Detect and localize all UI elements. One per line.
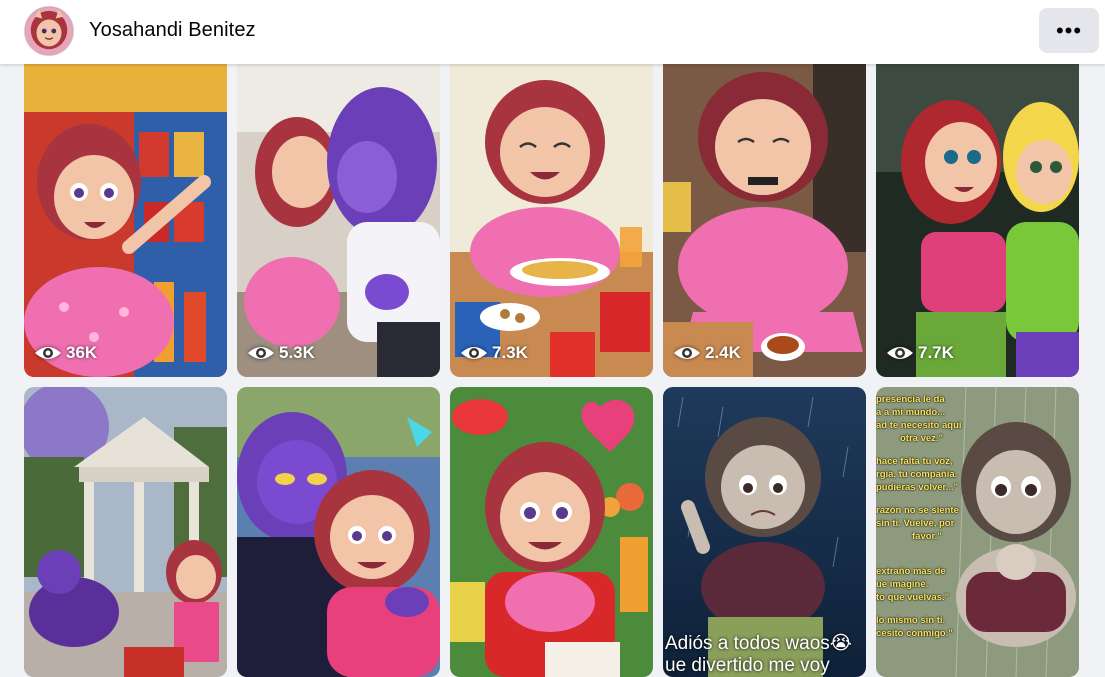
reel-thumbnail [663, 52, 866, 377]
reel-thumbnail [876, 52, 1079, 377]
view-count-label: 5.3K [279, 343, 315, 362]
overlay-line: ad te necesito aquí [876, 420, 962, 431]
profile-header: Yosahandi Benitez ••• [0, 0, 1105, 64]
view-count: 5.3K [247, 343, 315, 363]
overlay-line: extraño más de [876, 566, 946, 577]
overlay-line: ue imaginé. [876, 579, 929, 590]
reel-thumbnail [237, 387, 440, 677]
reel-overlay-text: presencia le da a a mi mundo... ad te ne… [876, 393, 962, 640]
eye-icon [248, 347, 274, 359]
overlay-line: to que vuelvas." [876, 592, 950, 603]
overlay-line: lo mismo sin ti. [876, 615, 946, 626]
reel-tile[interactable]: 5.3K [237, 52, 440, 377]
reel-thumbnail [450, 387, 653, 677]
view-count: 7.7K [886, 343, 954, 363]
view-count: 7.3K [460, 343, 528, 363]
overlay-line: pudieras volver..." [876, 482, 959, 493]
overlay-line: otra vez." [900, 433, 944, 444]
eye-icon [887, 347, 913, 359]
view-count-label: 36K [66, 343, 98, 362]
view-count-label: 2.4K [705, 343, 741, 362]
reel-tile[interactable] [237, 387, 440, 677]
eye-icon [674, 347, 700, 359]
eye-icon [461, 347, 487, 359]
overlay-line: razón no se siente [876, 505, 959, 516]
profile-avatar-icon[interactable] [24, 6, 74, 56]
view-count: 36K [34, 343, 97, 363]
reel-tile[interactable] [450, 387, 653, 677]
reel-tile[interactable] [24, 387, 227, 677]
reel-tile[interactable]: 2.4K [663, 52, 866, 377]
profile-name[interactable]: Yosahandi Benitez [89, 19, 256, 42]
more-options-button[interactable]: ••• [1039, 8, 1099, 53]
reel-tile[interactable]: Adiós a todos waos😭 ue divertido me voy [663, 387, 866, 677]
reel-tile[interactable]: 36K [24, 52, 227, 377]
reel-tile[interactable]: 7.7K [876, 52, 1079, 377]
reel-thumbnail [24, 52, 227, 377]
reel-caption: Adiós a todos waos😭 ue divertido me voy [663, 633, 866, 677]
reel-thumbnail [237, 52, 440, 377]
overlay-line: cesito conmigo." [876, 628, 953, 639]
overlay-line: a a mi mundo... [876, 407, 946, 418]
overlay-line: favor." [912, 531, 942, 542]
overlay-line: presencia le da [876, 394, 945, 405]
overlay-line: sin ti. Vuelve, por [876, 518, 955, 529]
overlay-line: hace falta tu voz, [876, 456, 953, 467]
reel-caption-line: ue divertido me voy [665, 655, 830, 676]
reel-tile[interactable]: 7.3K [450, 52, 653, 377]
reel-thumbnail [24, 387, 227, 677]
view-count-label: 7.3K [492, 343, 528, 362]
reel-tile[interactable]: presencia le da a a mi mundo... ad te ne… [876, 387, 1079, 677]
reel-caption-line: Adiós a todos waos😭 [665, 633, 852, 654]
overlay-line: rgía, tu compañía. [876, 469, 958, 480]
reels-grid: 36K 5.3K 7.3K 2.4K 7.7K Adiós a todos wa… [0, 0, 1105, 677]
eye-icon [35, 347, 61, 359]
view-count: 2.4K [673, 343, 741, 363]
view-count-label: 7.7K [918, 343, 954, 362]
more-horizontal-icon: ••• [1055, 17, 1083, 43]
reel-thumbnail [450, 52, 653, 377]
